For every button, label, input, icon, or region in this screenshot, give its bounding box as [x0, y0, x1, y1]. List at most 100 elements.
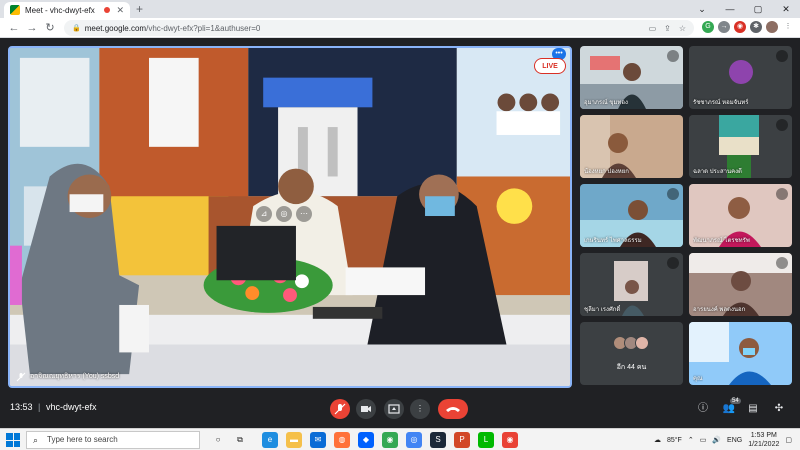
leave-call-button[interactable] [438, 399, 468, 419]
more-options-button[interactable]: ⋮ [410, 399, 430, 419]
participant-tile[interactable]: น้องหยก ปองหยก [580, 115, 683, 178]
participant-name: อารยนงค์ พลดงนอก [693, 307, 746, 313]
cortana-icon[interactable]: ○ [210, 432, 226, 448]
meet-control-bar: 13:53 | vhc-dwyt-efx ⋮ ⓘ 👥 54 ▤ ✣ [0, 396, 800, 422]
participant-name: ฉลาด ประสานคงดี [693, 169, 742, 175]
firefox-icon[interactable]: ◍ [334, 432, 350, 448]
tile-options-icon[interactable]: ⋯ [296, 206, 312, 222]
maximize-button[interactable]: ▢ [744, 0, 772, 18]
present-screen-icon [388, 404, 400, 414]
participant-video [689, 322, 792, 385]
camera-toggle-button[interactable] [356, 399, 376, 419]
participant-count-badge: 54 [730, 398, 741, 404]
powerpoint-icon[interactable]: P [454, 432, 470, 448]
mic-off-icon [776, 257, 788, 269]
participant-tile[interactable]: ชุลีมา เรงศักดิ์ [580, 253, 683, 316]
participant-tile[interactable]: อุมาภรณ์ ขุมทอง [580, 46, 683, 109]
windows-start-icon[interactable] [6, 433, 20, 447]
live-badge: LIVE [534, 58, 566, 74]
recording-indicator-icon [104, 7, 111, 13]
language-indicator[interactable]: ENG [727, 437, 742, 444]
close-window-button[interactable]: ✕ [772, 0, 800, 18]
participant-tile[interactable]: เกษรินทร์ ไพศาลธรรม [580, 184, 683, 247]
browser-tab-bar: Meet - vhc-dwyt-efx ✕ + ⌄ — ▢ ✕ [0, 0, 800, 18]
chrome-menu-icon[interactable]: ⋮ [782, 21, 794, 33]
mic-off-icon [667, 188, 679, 200]
participant-tile[interactable]: อารยนงค์ พลดงนอก [689, 253, 792, 316]
system-tray: ☁ 85°F ⌃ ▭ 🔊 ENG 1:53 PM 1/21/2022 ▢ [654, 430, 792, 450]
new-tab-button[interactable]: + [136, 2, 143, 16]
volume-icon[interactable]: 🔊 [712, 436, 721, 444]
self-view-tile[interactable]: คุณ [689, 322, 792, 385]
present-screen-button[interactable] [384, 399, 404, 419]
window-controls: ⌄ — ▢ ✕ [688, 0, 800, 18]
extensions-puzzle-icon[interactable]: ✱ [750, 21, 762, 33]
taskbar-search-input[interactable]: ⌕ Type here to search [26, 431, 200, 449]
chat-icon[interactable]: ▤ [746, 402, 760, 416]
extension-red-icon[interactable]: ◉ [734, 21, 746, 33]
participant-name: ชุลีมา เรงศักดิ์ [584, 307, 621, 313]
main-video-tile[interactable]: ••• LIVE ⊿ ◎ ⋯ อาจิณณยุทธิหาร (You) ssbs… [8, 46, 572, 388]
video-camera-icon [361, 406, 371, 412]
participant-tile[interactable]: รัชชาภรณ์ หอมจันทร์ [689, 46, 792, 109]
network-icon[interactable]: ▭ [700, 436, 707, 444]
browser-tab[interactable]: Meet - vhc-dwyt-efx ✕ [4, 2, 130, 18]
weather-icon[interactable]: ☁ [654, 436, 661, 444]
steam-icon[interactable]: S [430, 432, 446, 448]
tile-mute-icon[interactable]: ◎ [276, 206, 292, 222]
mic-off-icon [16, 372, 26, 381]
back-button[interactable]: ← [6, 20, 22, 36]
mail-icon[interactable]: ✉ [310, 432, 326, 448]
search-placeholder: Type here to search [47, 435, 118, 444]
mic-toggle-button[interactable] [330, 399, 350, 419]
browser-toolbar: ← → ↻ 🔒 meet.google.com /vhc-dwyt-efx?pl… [0, 18, 800, 38]
participant-tile[interactable]: พัฒนาภรณ์ โตรชทรัพ [689, 184, 792, 247]
line-icon[interactable]: L [478, 432, 494, 448]
clock-date: 1/21/2022 [748, 441, 780, 448]
chrome-active-icon[interactable]: ◉ [502, 432, 518, 448]
file-explorer-icon[interactable]: ▬ [286, 432, 302, 448]
extension-arrow-icon[interactable]: → [718, 21, 730, 33]
bookmark-star-icon[interactable]: ☆ [679, 24, 686, 33]
presenter-name: อาจิณณยุทธิหาร (You) ssbsd [30, 373, 120, 380]
chrome-icon[interactable]: ◉ [382, 432, 398, 448]
profile-avatar[interactable] [766, 21, 778, 33]
pin-icon[interactable]: ⊿ [256, 206, 272, 222]
task-view-icon[interactable]: ⧉ [232, 432, 248, 448]
mic-off-icon [776, 188, 788, 200]
more-participants-tile[interactable]: อีก 44 คน [580, 322, 683, 385]
more-participants-label: อีก 44 คน [616, 364, 647, 371]
tile-hover-controls: ⊿ ◎ ⋯ [256, 206, 312, 222]
meeting-details-icon[interactable]: ⓘ [696, 402, 710, 416]
participant-name: อุมาภรณ์ ขุมทอง [584, 100, 628, 106]
participant-name: คุณ [693, 376, 703, 382]
participant-grid: อุมาภรณ์ ขุมทอง รัชชาภรณ์ หอมจันทร์ น้อง… [580, 46, 792, 388]
hang-up-icon [446, 407, 460, 412]
address-bar[interactable]: 🔒 meet.google.com /vhc-dwyt-efx?pli=1&au… [64, 20, 694, 36]
reload-button[interactable]: ↻ [42, 20, 58, 36]
camera-permission-icon[interactable]: ▭ [649, 24, 657, 33]
activities-icon[interactable]: ✣ [772, 402, 786, 416]
minimize-button[interactable]: — [716, 0, 744, 18]
chrome-profile-icon[interactable]: ◎ [406, 432, 422, 448]
meet-favicon-icon [10, 5, 20, 15]
extension-grammarly-icon[interactable]: G [702, 21, 714, 33]
forward-button[interactable]: → [24, 20, 40, 36]
tray-chevron-icon[interactable]: ⌃ [688, 436, 694, 444]
tab-title: Meet - vhc-dwyt-efx [25, 5, 95, 15]
people-icon[interactable]: 👥 [722, 402, 736, 416]
clock-time: 1:53 PM [750, 432, 777, 439]
tab-search-icon[interactable]: ⌄ [688, 0, 716, 18]
participant-avatars [613, 336, 649, 350]
dropbox-icon[interactable]: ◆ [358, 432, 374, 448]
mic-off-icon [334, 403, 346, 415]
notifications-icon[interactable]: ▢ [785, 436, 792, 444]
mic-off-icon [667, 257, 679, 269]
participant-tile[interactable]: ฉลาด ประสานคงดี [689, 115, 792, 178]
share-icon[interactable]: ⇪ [664, 24, 671, 33]
edge-icon[interactable]: e [262, 432, 278, 448]
close-tab-icon[interactable]: ✕ [116, 5, 124, 16]
taskbar-clock[interactable]: 1:53 PM 1/21/2022 [748, 431, 779, 449]
meeting-code: vhc-dwyt-efx [46, 402, 97, 412]
separator: | [38, 402, 41, 412]
